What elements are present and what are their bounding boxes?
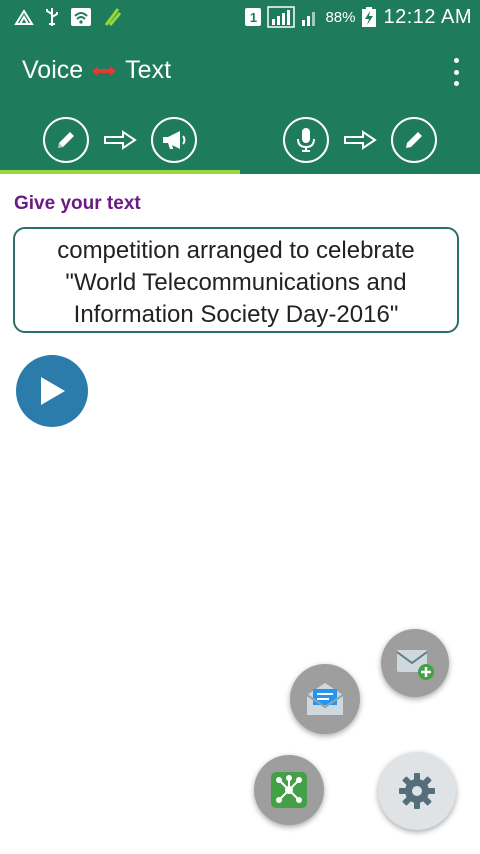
status-bar: 1 88% 12:12 AM xyxy=(0,0,480,34)
send-message-button[interactable] xyxy=(290,664,360,734)
app-title-voice: Voice xyxy=(22,55,84,84)
section-label: Give your text xyxy=(14,193,141,214)
gear-icon xyxy=(399,773,435,809)
email-add-icon xyxy=(396,650,434,680)
tab-text-to-voice[interactable] xyxy=(0,106,240,174)
text-line: "World Telecommunications and xyxy=(65,269,407,296)
app-title: Voice Text xyxy=(0,56,171,85)
status-notifications xyxy=(0,6,122,28)
share-network-icon xyxy=(271,772,307,808)
arrow-right-icon xyxy=(103,130,137,150)
play-icon xyxy=(41,377,65,405)
recycle-notification-icon xyxy=(14,8,34,26)
settings-button[interactable] xyxy=(378,752,456,830)
battery-saver-icon xyxy=(102,7,122,27)
wifi-hotspot-icon xyxy=(70,7,92,27)
sim-slot-badge: 1 xyxy=(245,8,262,26)
share-button[interactable] xyxy=(254,755,324,825)
megaphone-icon xyxy=(151,117,197,163)
clock: 12:12 AM xyxy=(383,5,472,28)
new-email-button[interactable] xyxy=(381,629,449,697)
microphone-icon xyxy=(283,117,329,163)
overflow-menu-icon[interactable] xyxy=(450,58,462,86)
battery-charging-icon xyxy=(361,6,377,28)
signal-sim2-icon xyxy=(301,7,319,27)
text-input-box[interactable]: competition arranged to celebrate "World… xyxy=(13,227,459,333)
app-title-text: Text xyxy=(125,55,172,84)
text-line: Information Society Day-2016" xyxy=(73,301,399,328)
status-system: 1 88% 12:12 AM xyxy=(245,6,480,29)
message-envelope-icon xyxy=(306,683,344,715)
pencil-icon xyxy=(43,117,89,163)
app-screen: 1 88% 12:12 AM Voice Text Give your text… xyxy=(0,0,480,854)
tab-voice-to-text[interactable] xyxy=(240,106,480,174)
usb-icon xyxy=(44,6,60,28)
battery-percent: 88% xyxy=(325,8,356,26)
signal-sim1-icon xyxy=(267,6,296,28)
arrow-right-icon xyxy=(343,130,377,150)
swap-arrows-icon xyxy=(91,56,117,85)
tab-bar xyxy=(0,106,480,174)
tab-indicator xyxy=(0,170,240,174)
pencil-icon xyxy=(391,117,437,163)
app-bar: Voice Text xyxy=(0,34,480,106)
text-line: competition arranged to celebrate xyxy=(57,237,415,264)
play-button[interactable] xyxy=(16,355,88,427)
